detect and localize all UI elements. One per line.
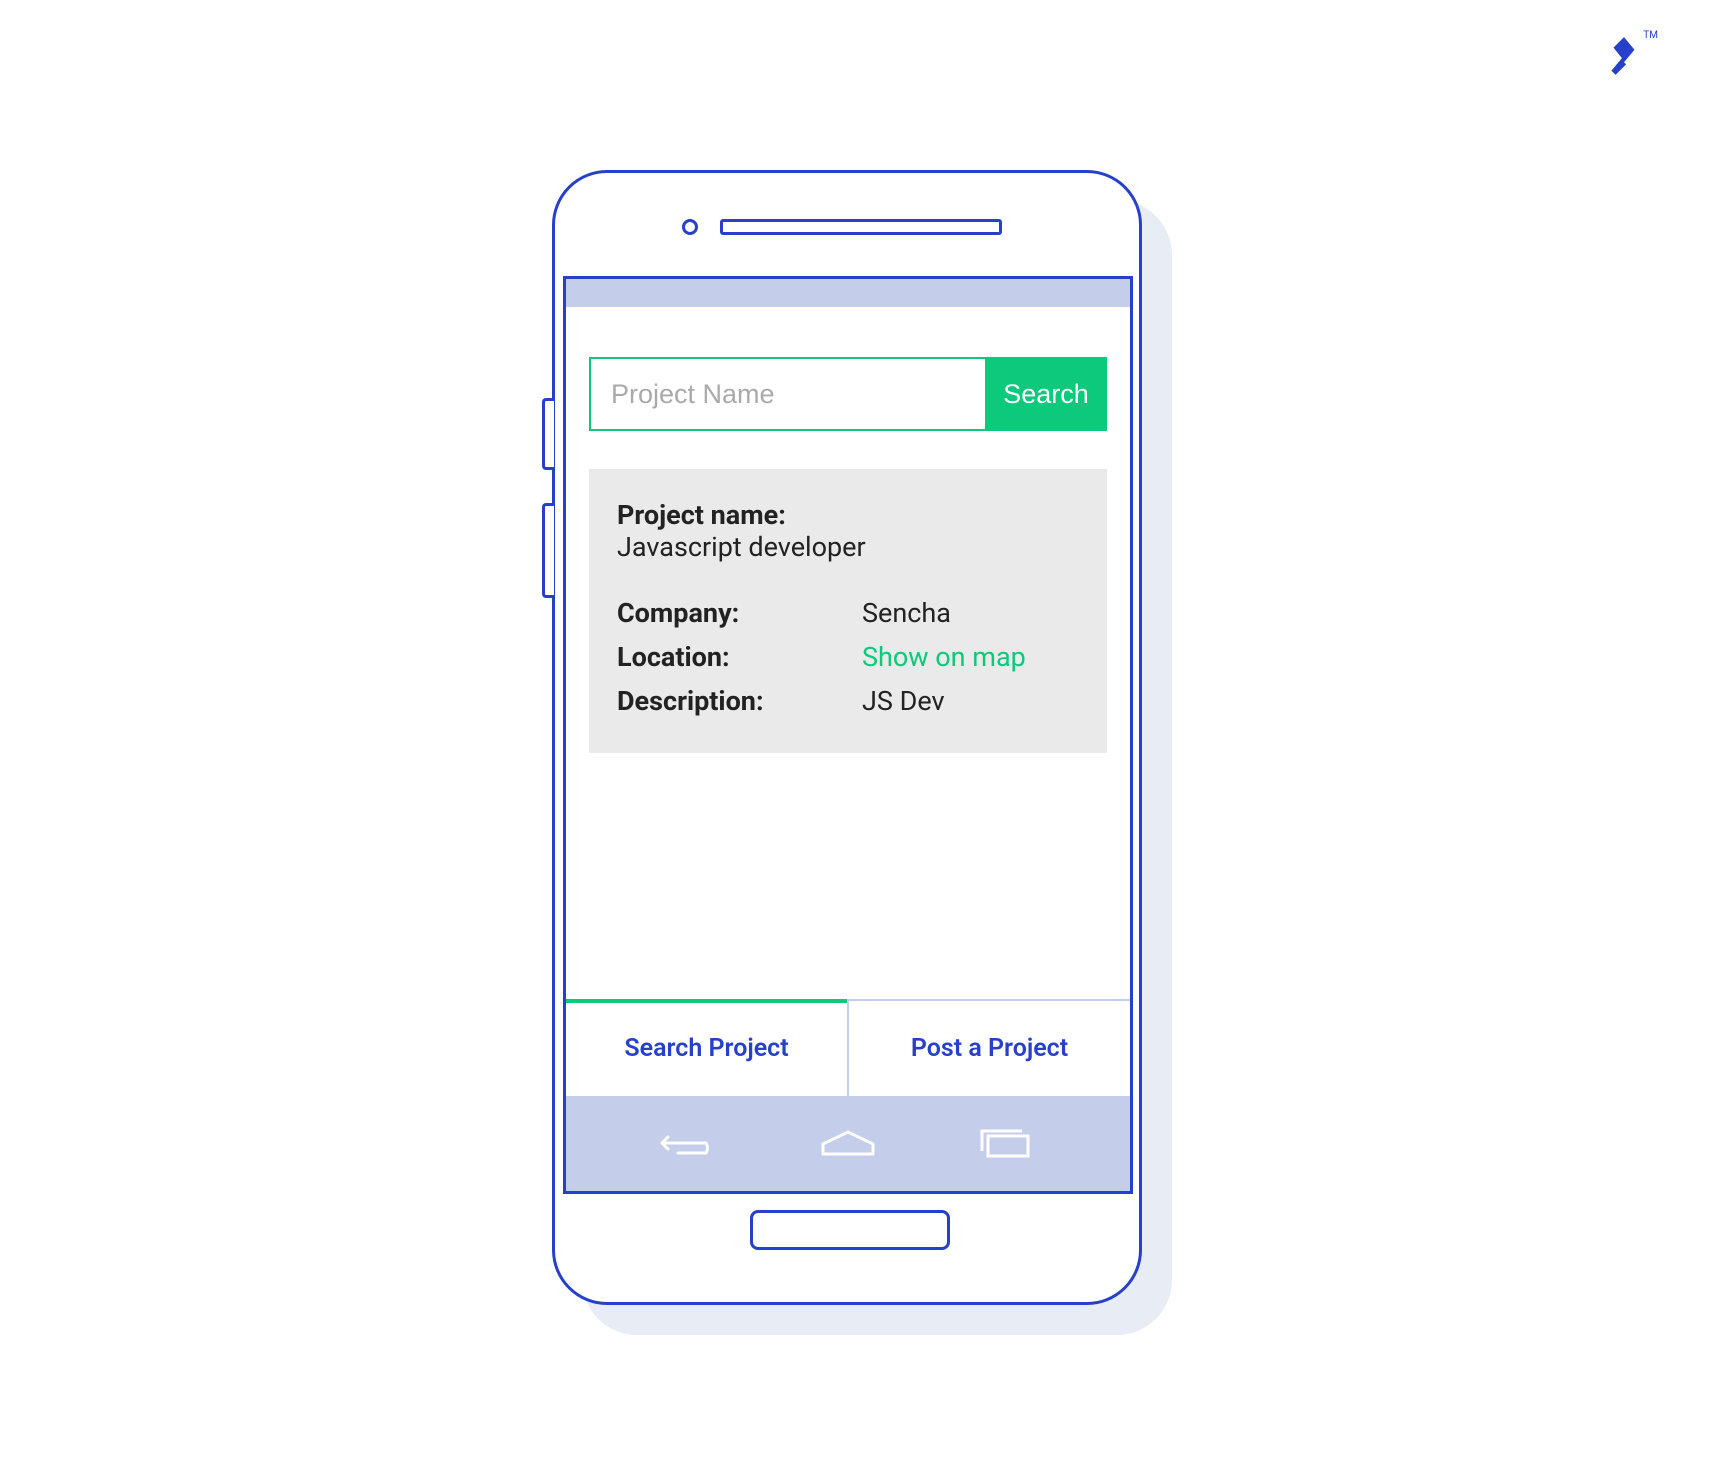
description-label: Description: xyxy=(617,685,862,717)
speaker-icon xyxy=(720,219,1002,235)
project-name-value: Javascript developer xyxy=(617,531,1079,563)
search-bar: Search xyxy=(589,357,1107,431)
brand-logo-icon xyxy=(1603,35,1645,77)
android-nav-bar xyxy=(566,1096,1130,1191)
home-icon[interactable] xyxy=(813,1126,883,1161)
phone-mockup: Search Project name: Javascript develope… xyxy=(552,170,1162,1325)
tab-post-project[interactable]: Post a Project xyxy=(849,1001,1130,1096)
tab-post-label: Post a Project xyxy=(911,1034,1068,1063)
location-label: Location: xyxy=(617,641,862,673)
bottom-tabs: Search Project Post a Project xyxy=(566,999,1130,1096)
project-name-input[interactable] xyxy=(589,357,985,431)
recent-apps-icon[interactable] xyxy=(968,1126,1038,1161)
trademark-symbol: TM xyxy=(1643,30,1658,41)
description-value: JS Dev xyxy=(862,685,945,717)
physical-home-button xyxy=(750,1210,950,1250)
status-bar xyxy=(566,279,1130,307)
phone-screen: Search Project name: Javascript develope… xyxy=(563,276,1133,1194)
tab-search-project[interactable]: Search Project xyxy=(566,1001,849,1096)
project-card: Project name: Javascript developer Compa… xyxy=(589,469,1107,753)
location-row: Location: Show on map xyxy=(617,635,1079,679)
show-on-map-link[interactable]: Show on map xyxy=(862,641,1026,673)
app-content: Search Project name: Javascript develope… xyxy=(566,307,1130,1037)
project-name-label: Project name: xyxy=(617,499,1079,531)
back-icon[interactable] xyxy=(658,1126,728,1161)
camera-icon xyxy=(682,219,698,235)
search-button[interactable]: Search xyxy=(985,357,1107,431)
side-button-bottom xyxy=(542,503,554,598)
company-label: Company: xyxy=(617,597,862,629)
side-button-top xyxy=(542,398,554,470)
company-value: Sencha xyxy=(862,597,951,629)
tab-search-label: Search Project xyxy=(624,1034,788,1063)
company-row: Company: Sencha xyxy=(617,591,1079,635)
description-row: Description: JS Dev xyxy=(617,679,1079,723)
